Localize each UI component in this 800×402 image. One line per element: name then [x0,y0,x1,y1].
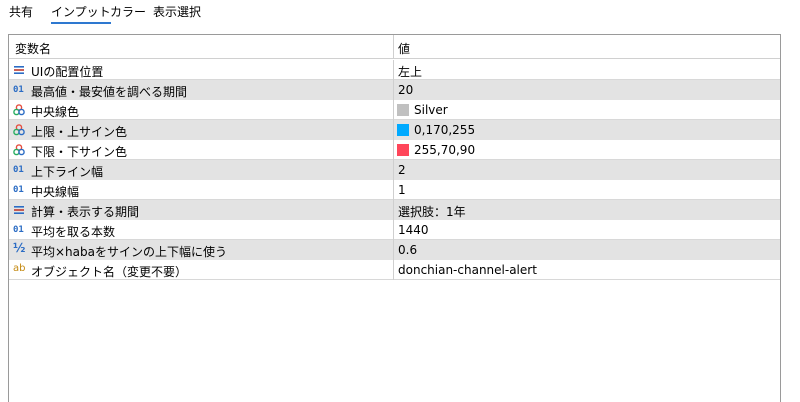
variable-name: 下限・下サイン色 [31,145,128,159]
table-row[interactable]: 01 平均を取る本数 1440 [9,220,780,240]
variable-value[interactable]: 0.6 [398,243,417,257]
value-cell[interactable]: 0,170,255 [394,120,780,140]
tab-bar: 共有 インプット カラー 表示選択 [0,0,800,26]
table-row[interactable]: 上限・上サイン色 0,170,255 [9,120,780,140]
name-cell: ½ 平均×habaをサインの上下幅に使う [9,240,394,260]
name-cell: 計算・表示する期間 [9,200,394,220]
color-icon [13,104,25,116]
table-row[interactable]: 計算・表示する期間 選択肢：1年 [9,200,780,220]
color-swatch[interactable] [397,104,409,116]
number-icon: 01 [13,225,24,235]
table-row[interactable]: UIの配置位置 左上 [9,60,780,80]
variable-name: UIの配置位置 [31,65,104,79]
name-cell: 01 最高値・最安値を調べる期間 [9,80,394,100]
variable-value[interactable]: 選択肢：1年 [398,203,466,220]
color-icon [13,144,25,156]
column-header-name: 変数名 [15,42,52,56]
variable-name: 計算・表示する期間 [31,205,140,219]
tab-inputs[interactable]: インプット [51,4,111,24]
name-cell: 01 中央線幅 [9,180,394,200]
variable-name: 中央線幅 [31,185,80,199]
value-cell[interactable]: 選択肢：1年 [394,200,780,220]
table-header: 変数名 値 [9,35,780,59]
value-cell[interactable]: 0.6 [394,240,780,260]
variable-value[interactable]: Silver [414,103,448,117]
table-row[interactable]: ½ 平均×habaをサインの上下幅に使う 0.6 [9,240,780,260]
variable-name: 平均×habaをサインの上下幅に使う [31,245,227,259]
value-cell[interactable]: 255,70,90 [394,140,780,160]
table-row[interactable]: 01 中央線幅 1 [9,180,780,200]
table-row[interactable]: 下限・下サイン色 255,70,90 [9,140,780,160]
table-row[interactable]: 01 最高値・最安値を調べる期間 20 [9,80,780,100]
variable-value[interactable]: 20 [398,83,413,97]
inputs-table: 変数名 値 UIの配置位置 左上 01 最高値・最安値を調べる期間 20 中央線色 Silv… [8,34,781,402]
variable-name: オブジェクト名（変更不要） [31,265,188,279]
value-cell[interactable]: donchian-channel-alert [394,260,780,280]
enum-icon [13,64,25,76]
variable-name: 上限・上サイン色 [31,125,128,139]
name-cell: 中央線色 [9,100,394,120]
number-icon: 01 [13,185,24,195]
number-icon: 01 [13,165,24,175]
table-row[interactable]: 01 上下ライン幅 2 [9,160,780,180]
tab-colors[interactable]: カラー [110,4,146,24]
fraction-icon: ½ [13,241,26,255]
tab-visibility[interactable]: 表示選択 [153,4,201,24]
variable-value[interactable]: 1 [398,183,406,197]
variable-name: 平均を取る本数 [31,225,116,239]
color-swatch[interactable] [397,144,409,156]
number-icon: 01 [13,85,24,95]
variable-value[interactable]: 0,170,255 [414,123,475,137]
variable-name: 上下ライン幅 [31,165,104,179]
name-cell: 01 平均を取る本数 [9,220,394,240]
variable-value[interactable]: 左上 [398,63,422,80]
value-cell[interactable]: 20 [394,80,780,100]
table-row[interactable]: ab オブジェクト名（変更不要） donchian-channel-alert [9,260,780,280]
variable-value[interactable]: donchian-channel-alert [398,263,537,277]
value-cell[interactable]: 左上 [394,60,780,80]
value-cell[interactable]: 1 [394,180,780,200]
value-cell[interactable]: 2 [394,160,780,180]
tab-share[interactable]: 共有 [9,4,33,24]
value-cell[interactable]: 1440 [394,220,780,240]
enum-icon [13,204,25,216]
name-cell: 下限・下サイン色 [9,140,394,160]
name-cell: 上限・上サイン色 [9,120,394,140]
name-cell: 01 上下ライン幅 [9,160,394,180]
value-cell[interactable]: Silver [394,100,780,120]
column-header-value: 値 [398,42,411,56]
variable-value[interactable]: 1440 [398,223,429,237]
name-cell: ab オブジェクト名（変更不要） [9,260,394,280]
variable-value[interactable]: 2 [398,163,406,177]
variable-name: 中央線色 [31,105,80,119]
table-row[interactable]: 中央線色 Silver [9,100,780,120]
color-icon [13,124,25,136]
name-cell: UIの配置位置 [9,60,394,80]
variable-value[interactable]: 255,70,90 [414,143,475,157]
string-icon: ab [13,263,26,274]
color-swatch[interactable] [397,124,409,136]
variable-name: 最高値・最安値を調べる期間 [31,85,188,99]
